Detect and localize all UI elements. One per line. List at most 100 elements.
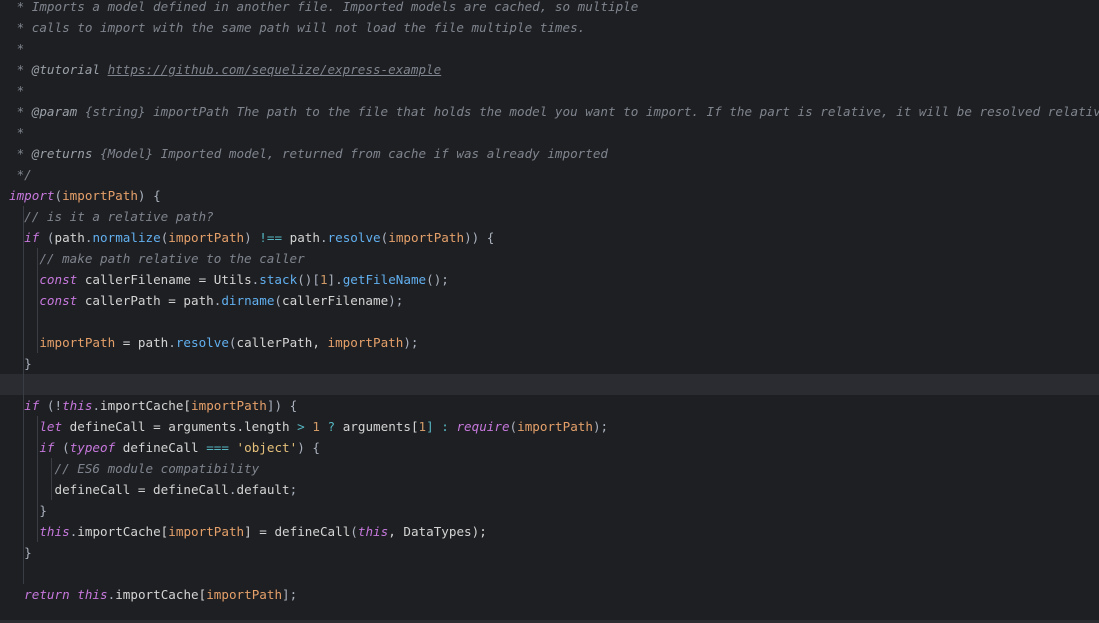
code-line-text: * calls to import with the same path wil… bbox=[9, 17, 586, 38]
code-editor[interactable]: * Imports a model defined in another fil… bbox=[0, 0, 1099, 623]
code-line[interactable]: } bbox=[0, 542, 1099, 563]
code-line[interactable]: */ bbox=[0, 164, 1099, 185]
code-line[interactable]: import(importPath) { bbox=[0, 185, 1099, 206]
code-token: resolve bbox=[327, 230, 381, 245]
code-token: defineCall = defineCall bbox=[9, 482, 229, 497]
code-line[interactable]: * @param {string} importPath The path to… bbox=[0, 101, 1099, 122]
code-token: // is it a relative path? bbox=[9, 209, 214, 224]
code-token: * calls to import with the same path wil… bbox=[9, 20, 586, 35]
code-line-text: return this.importCache[importPath]; bbox=[9, 584, 297, 605]
code-token: importPath bbox=[388, 230, 465, 245]
code-token: 1 bbox=[312, 419, 320, 434]
code-token: defineCall = bbox=[62, 419, 169, 434]
code-token: * bbox=[9, 104, 32, 119]
code-token: ( bbox=[54, 440, 70, 455]
code-line[interactable]: this.importCache[importPath] = defineCal… bbox=[0, 521, 1099, 542]
code-line[interactable]: * calls to import with the same path wil… bbox=[0, 17, 1099, 38]
code-token: } bbox=[9, 503, 47, 518]
code-line-text: this.importCache[importPath] = defineCal… bbox=[9, 521, 487, 542]
code-token: https://github.com/sequelize/express-exa… bbox=[107, 62, 442, 77]
code-token: */ bbox=[9, 167, 32, 182]
code-line-text: // ES6 module compatibility bbox=[9, 458, 259, 479]
code-line-text: } bbox=[9, 542, 32, 563]
code-line[interactable]: // make path relative to the caller bbox=[0, 248, 1099, 269]
code-line[interactable]: * Imports a model defined in another fil… bbox=[0, 0, 1099, 17]
code-token: return bbox=[24, 587, 70, 602]
code-token: resolve bbox=[175, 335, 229, 350]
code-token: @tutorial bbox=[31, 62, 100, 77]
code-token: path bbox=[282, 230, 320, 245]
code-line[interactable]: const callerFilename = Utils.stack()[1].… bbox=[0, 269, 1099, 290]
code-token: importCache[ bbox=[115, 587, 207, 602]
code-line[interactable]: * bbox=[0, 38, 1099, 59]
code-line[interactable]: if (!this.importCache[importPath]) { bbox=[0, 395, 1099, 416]
code-token: . bbox=[168, 335, 176, 350]
code-token: this bbox=[39, 524, 70, 539]
code-token: ]) { bbox=[266, 398, 298, 413]
code-token: ) { bbox=[297, 440, 320, 455]
code-token: ( bbox=[54, 188, 63, 203]
code-token: callerFilename = bbox=[77, 272, 214, 287]
code-line-text: // make path relative to the caller bbox=[9, 248, 304, 269]
code-token: importPath bbox=[168, 230, 245, 245]
code-line[interactable] bbox=[0, 374, 1099, 395]
code-token: if bbox=[24, 398, 40, 413]
code-line-text: * bbox=[9, 80, 25, 101]
code-token: path bbox=[54, 230, 85, 245]
code-token: ) { bbox=[137, 188, 161, 203]
code-line[interactable]: // ES6 module compatibility bbox=[0, 458, 1099, 479]
code-token: if bbox=[39, 440, 55, 455]
code-line-text: const callerFilename = Utils.stack()[1].… bbox=[9, 269, 449, 290]
code-line[interactable]: return this.importCache[importPath]; bbox=[0, 584, 1099, 605]
code-token: } bbox=[9, 356, 32, 371]
code-token: if bbox=[24, 230, 40, 245]
code-token: this bbox=[357, 524, 389, 539]
code-line[interactable] bbox=[0, 563, 1099, 584]
code-token: . bbox=[319, 230, 328, 245]
code-token: importPath bbox=[191, 398, 267, 413]
code-token: (! bbox=[39, 398, 63, 413]
code-token: * Imports a model defined in another fil… bbox=[9, 0, 639, 14]
code-line[interactable]: * bbox=[0, 122, 1099, 143]
code-token: } bbox=[9, 545, 32, 560]
code-token: ) bbox=[244, 230, 260, 245]
code-token: * bbox=[9, 146, 32, 161]
code-line[interactable]: // is it a relative path? bbox=[0, 206, 1099, 227]
code-token: ( bbox=[39, 230, 55, 245]
code-token: * bbox=[9, 125, 25, 140]
code-line[interactable]: * @returns {Model} Imported model, retur… bbox=[0, 143, 1099, 164]
code-line-text: if (!this.importCache[importPath]) { bbox=[9, 395, 297, 416]
code-token: ( bbox=[350, 524, 358, 539]
code-line[interactable]: * bbox=[0, 80, 1099, 101]
code-line-text: if (path.normalize(importPath) !== path.… bbox=[9, 227, 494, 248]
code-token: , DataTypes); bbox=[388, 524, 487, 539]
code-line[interactable]: * @tutorial https://github.com/sequelize… bbox=[0, 59, 1099, 80]
indent-guide bbox=[37, 248, 38, 353]
code-token: let bbox=[39, 419, 63, 434]
code-line[interactable]: } bbox=[0, 500, 1099, 521]
code-line[interactable]: if (typeof defineCall === 'object') { bbox=[0, 437, 1099, 458]
code-line[interactable]: importPath = path.resolve(callerPath, im… bbox=[0, 332, 1099, 353]
code-line[interactable]: defineCall = defineCall.default; bbox=[0, 479, 1099, 500]
code-token: getFileName bbox=[342, 272, 427, 287]
code-token: dirname bbox=[221, 293, 275, 308]
code-line-text: * @param {string} importPath The path to… bbox=[9, 101, 1099, 122]
code-token: arguments[ bbox=[342, 419, 419, 434]
code-token: importPath bbox=[327, 335, 404, 350]
code-line[interactable]: const callerPath = path.dirname(callerFi… bbox=[0, 290, 1099, 311]
code-line[interactable]: let defineCall = arguments.length > 1 ? … bbox=[0, 416, 1099, 437]
code-line[interactable]: if (path.normalize(importPath) !== path.… bbox=[0, 227, 1099, 248]
code-token: defineCall bbox=[274, 524, 351, 539]
code-token: ( bbox=[228, 335, 237, 350]
code-line-text: * Imports a model defined in another fil… bbox=[9, 0, 639, 17]
code-line[interactable]: } bbox=[0, 353, 1099, 374]
code-line[interactable] bbox=[0, 311, 1099, 332]
code-token: ); bbox=[403, 335, 419, 350]
